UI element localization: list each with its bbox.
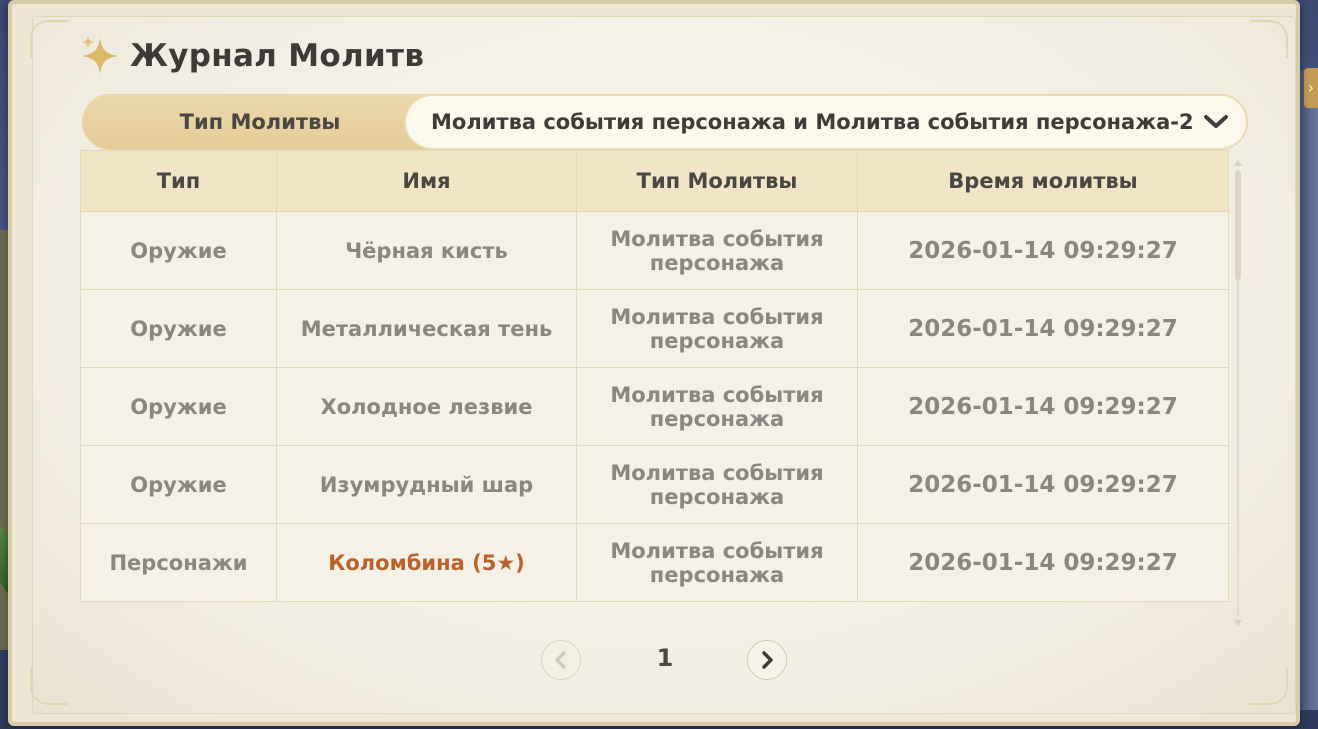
table-row: Оружие Чёрная кисть Молитва события перс… [80, 211, 1229, 290]
cell-type: Оружие [80, 445, 277, 524]
sparkle-icon [82, 36, 118, 74]
column-header-name: Имя [276, 150, 577, 212]
cell-type: Оружие [80, 211, 277, 290]
frame-corner-ornament [30, 667, 68, 705]
chevron-right-icon [762, 651, 773, 669]
frame-corner-ornament [30, 20, 68, 58]
cell-wish-type: Молитва события персонажа [576, 445, 858, 524]
scroll-thumb[interactable] [1235, 170, 1241, 280]
background-right-edge [1300, 70, 1318, 710]
filter-label-box: Тип Молитвы [83, 95, 433, 149]
chevron-down-icon [1204, 115, 1228, 128]
cell-type: Оружие [80, 289, 277, 368]
pagination: 1 [541, 640, 789, 684]
scroll-down-arrow-icon[interactable] [1234, 620, 1242, 626]
cell-name: Изумрудный шар [276, 445, 577, 524]
cell-time: 2026-01-14 09:29:27 [857, 523, 1229, 602]
table-row: Персонажи Коломбина (5★) Молитва события… [80, 523, 1229, 602]
title-bar: Журнал Молитв [80, 34, 424, 78]
cell-wish-type: Молитва события персонажа [576, 289, 858, 368]
cell-wish-type: Молитва события персонажа [576, 523, 858, 602]
table-row: Оружие Металлическая тень Молитва событи… [80, 289, 1229, 368]
next-page-button[interactable] [747, 640, 787, 680]
page-title: Журнал Молитв [130, 38, 425, 74]
wish-type-filter: Тип Молитвы Молитва события персонажа и … [82, 94, 1248, 150]
cell-name: Холодное лезвие [276, 367, 577, 446]
cell-type: Персонажи [80, 523, 277, 602]
cell-type: Оружие [80, 367, 277, 446]
cell-wish-type: Молитва события персонажа [576, 367, 858, 446]
wish-type-dropdown[interactable]: Молитва события персонажа и Молитва собы… [405, 95, 1247, 149]
wish-history-table: Тип Имя Тип Молитвы Время молитвы Оружие… [80, 150, 1229, 602]
wish-history-table-wrap: Тип Имя Тип Молитвы Время молитвы Оружие… [80, 150, 1229, 602]
side-expand-tab[interactable]: › [1304, 68, 1318, 108]
cell-name: Чёрная кисть [276, 211, 577, 290]
cell-time: 2026-01-14 09:29:27 [857, 211, 1229, 290]
table-row: Оружие Изумрудный шар Молитва события пе… [80, 445, 1229, 524]
column-header-type: Тип [80, 150, 277, 212]
previous-page-button[interactable] [541, 640, 581, 680]
table-header-row: Тип Имя Тип Молитвы Время молитвы [80, 150, 1229, 212]
column-header-time: Время молитвы [857, 150, 1229, 212]
cell-name: Металлическая тень [276, 289, 577, 368]
cell-name-five-star: Коломбина (5★) [276, 523, 577, 602]
filter-label: Тип Молитвы [179, 110, 341, 134]
cell-time: 2026-01-14 09:29:27 [857, 289, 1229, 368]
cell-time: 2026-01-14 09:29:27 [857, 367, 1229, 446]
cell-wish-type: Молитва события персонажа [576, 211, 858, 290]
table-row: Оружие Холодное лезвие Молитва события п… [80, 367, 1229, 446]
scroll-up-arrow-icon[interactable] [1234, 160, 1242, 166]
frame-corner-ornament [1250, 667, 1288, 705]
chevron-left-icon [555, 651, 566, 669]
current-page-number: 1 [656, 644, 674, 672]
cell-time: 2026-01-14 09:29:27 [857, 445, 1229, 524]
table-scrollbar[interactable] [1234, 160, 1242, 626]
column-header-wish-type: Тип Молитвы [576, 150, 858, 212]
frame-corner-ornament [1250, 20, 1288, 58]
wish-type-dropdown-value: Молитва события персонажа и Молитва собы… [431, 110, 1194, 134]
